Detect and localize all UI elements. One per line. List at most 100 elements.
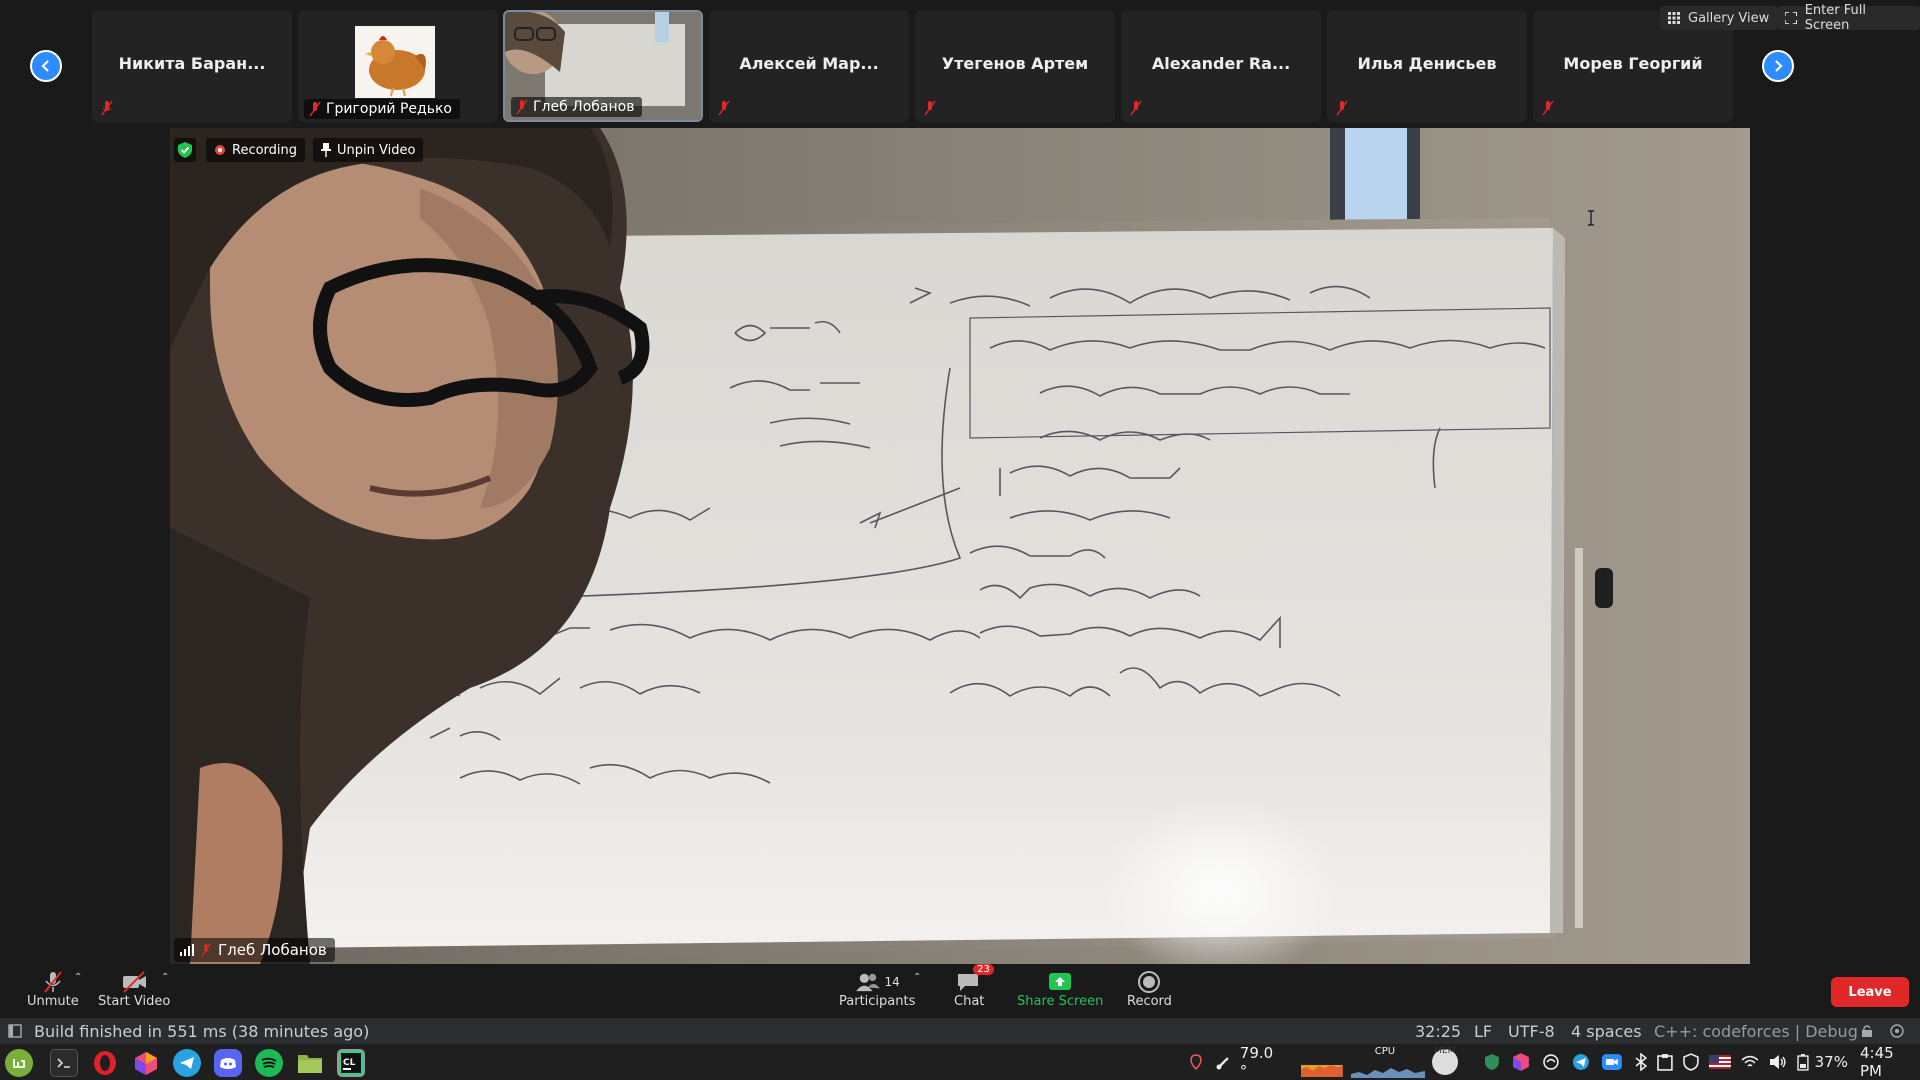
participant-tile-active-speaker[interactable]: Глеб Лобанов xyxy=(503,10,703,122)
signal-strength-icon xyxy=(180,944,194,956)
participant-name: Морев Георгий xyxy=(1563,54,1703,73)
security-shield-icon[interactable] xyxy=(1484,1053,1500,1071)
memory-graph[interactable]: MEM xyxy=(1430,1046,1460,1078)
participant-name: Алексей Мар... xyxy=(739,54,879,73)
update-manager-icon[interactable] xyxy=(1683,1053,1699,1071)
full-screen-button[interactable]: Enter Full Screen xyxy=(1777,3,1920,33)
panel-toggle-icon[interactable] xyxy=(8,1024,22,1038)
telegram-icon[interactable] xyxy=(173,1049,201,1077)
record-button[interactable]: Record xyxy=(1127,970,1172,1009)
jetbrains-toolbox-icon[interactable] xyxy=(132,1049,160,1077)
clock[interactable]: 4:45 PM xyxy=(1860,1044,1920,1080)
main-video[interactable]: Recording Unpin Video Глеб Лобанов xyxy=(170,128,1750,964)
participant-tile[interactable]: Alexander Ra... xyxy=(1121,10,1321,122)
lock-icon[interactable] xyxy=(1860,1024,1874,1038)
chat-button[interactable]: 23 Chat xyxy=(954,964,994,1009)
participants-button[interactable]: 14 Participants xyxy=(839,970,915,1009)
file-manager-icon[interactable] xyxy=(296,1049,324,1077)
speaker-name: Глеб Лобанов xyxy=(218,941,327,959)
temperature-graph-icon[interactable] xyxy=(1301,1047,1343,1077)
speaker-name-badge: Глеб Лобанов xyxy=(174,938,335,962)
participants-icon xyxy=(855,973,880,992)
participant-name: Alexander Ra... xyxy=(1151,54,1291,73)
expand-icon xyxy=(1785,12,1797,24)
leave-button[interactable]: Leave xyxy=(1831,977,1909,1007)
participant-tile[interactable]: Илья Денисьев xyxy=(1327,10,1527,122)
unmute-label: Unmute xyxy=(27,994,79,1009)
participant-tile[interactable]: Никита Баран... xyxy=(92,10,292,122)
recording-indicator[interactable]: Recording xyxy=(206,138,306,162)
share-screen-label: Share Screen xyxy=(1017,994,1104,1009)
muted-mic-icon xyxy=(1542,100,1554,116)
opera-browser-icon[interactable] xyxy=(91,1049,119,1077)
build-context[interactable]: C++: codeforces | Debug xyxy=(1654,1022,1858,1041)
participant-tile[interactable]: Алексей Мар... xyxy=(709,10,909,122)
participant-label: Григорий Редько xyxy=(304,99,460,119)
share-screen-button[interactable]: Share Screen xyxy=(1017,970,1103,1009)
participant-tile[interactable]: Утегенов Артем xyxy=(915,10,1115,122)
clion-icon[interactable]: CL xyxy=(337,1049,365,1077)
battery-percentage[interactable]: 37% xyxy=(1815,1053,1848,1071)
chevron-left-icon xyxy=(41,60,49,72)
muted-mic-icon xyxy=(1130,100,1142,116)
telegram-tray-icon[interactable] xyxy=(1572,1053,1590,1071)
jetbrains-tray-icon[interactable] xyxy=(1512,1052,1530,1072)
muted-mic-icon xyxy=(1336,100,1348,116)
notifications-icon[interactable] xyxy=(1888,1023,1906,1039)
sync-icon[interactable] xyxy=(1542,1053,1560,1071)
battery-icon[interactable] xyxy=(1797,1053,1809,1071)
participants-count: 14 xyxy=(884,975,900,989)
video-off-icon xyxy=(123,971,147,993)
keyboard-layout-flag-icon[interactable] xyxy=(1709,1055,1731,1069)
system-tray: 79.0 ° CPU MEM 37% 4:45 PM xyxy=(1190,1044,1920,1080)
pin-icon xyxy=(321,143,331,157)
muted-mic-icon xyxy=(201,943,211,957)
terminal-icon[interactable] xyxy=(50,1049,78,1077)
build-status-message[interactable]: Build finished in 551 ms (38 minutes ago… xyxy=(34,1022,369,1041)
unpin-video-button[interactable]: Unpin Video xyxy=(313,138,424,162)
zoom-tray-icon[interactable] xyxy=(1601,1053,1622,1071)
muted-mic-icon xyxy=(309,101,321,117)
spotify-icon[interactable] xyxy=(255,1049,283,1077)
muted-mic-icon xyxy=(44,971,62,993)
line-ending[interactable]: LF xyxy=(1474,1022,1492,1041)
chevron-right-icon xyxy=(1775,60,1783,72)
chat-unread-badge: 23 xyxy=(973,964,994,975)
encryption-badge[interactable] xyxy=(174,138,196,162)
muted-mic-icon xyxy=(516,99,528,115)
participant-label: Глеб Лобанов xyxy=(511,97,643,117)
next-page-button[interactable] xyxy=(1762,50,1794,82)
thermometer-icon[interactable] xyxy=(1216,1054,1232,1070)
cursor-position[interactable]: 32:25 xyxy=(1415,1022,1461,1041)
participants-caret-icon[interactable]: ⌃ xyxy=(913,972,921,983)
text-cursor-icon xyxy=(1588,210,1594,226)
memory-label: MEM xyxy=(1434,1046,1456,1056)
record-label: Record xyxy=(1127,994,1172,1009)
location-pin-icon[interactable] xyxy=(1190,1054,1202,1070)
unpin-video-label: Unpin Video xyxy=(337,142,416,158)
cpu-graph[interactable]: CPU xyxy=(1350,1046,1425,1078)
start-video-button[interactable]: Start Video xyxy=(98,970,170,1009)
participant-tile[interactable]: Григорий Редько xyxy=(298,10,498,122)
unmute-button[interactable]: Unmute xyxy=(27,970,79,1009)
wifi-icon[interactable] xyxy=(1741,1055,1759,1069)
gallery-view-label: Gallery View xyxy=(1688,10,1770,26)
linux-mint-menu-icon[interactable] xyxy=(5,1049,33,1077)
discord-icon[interactable] xyxy=(214,1049,242,1077)
volume-icon[interactable] xyxy=(1769,1054,1787,1070)
share-screen-icon xyxy=(1049,973,1072,990)
clipboard-icon[interactable] xyxy=(1657,1053,1674,1071)
video-frame xyxy=(170,128,1750,964)
gallery-view-button[interactable]: Gallery View xyxy=(1660,6,1778,30)
bluetooth-icon[interactable] xyxy=(1634,1053,1648,1071)
cpu-temperature[interactable]: 79.0 ° xyxy=(1240,1044,1285,1080)
video-options-caret-icon[interactable]: ⌃ xyxy=(161,972,169,983)
audio-options-caret-icon[interactable]: ⌃ xyxy=(74,972,82,983)
previous-page-button[interactable] xyxy=(30,50,62,82)
full-screen-label: Enter Full Screen xyxy=(1804,3,1866,33)
file-encoding[interactable]: UTF-8 xyxy=(1508,1022,1555,1041)
meeting-toolbar: Unmute ⌃ Start Video ⌃ 14 Participants ⌃… xyxy=(0,964,1920,1018)
indent-setting[interactable]: 4 spaces xyxy=(1571,1022,1642,1041)
participants-label: Participants xyxy=(839,994,916,1009)
system-taskbar: CL 79.0 ° CPU MEM 37% 4:45 PM xyxy=(0,1044,1920,1080)
